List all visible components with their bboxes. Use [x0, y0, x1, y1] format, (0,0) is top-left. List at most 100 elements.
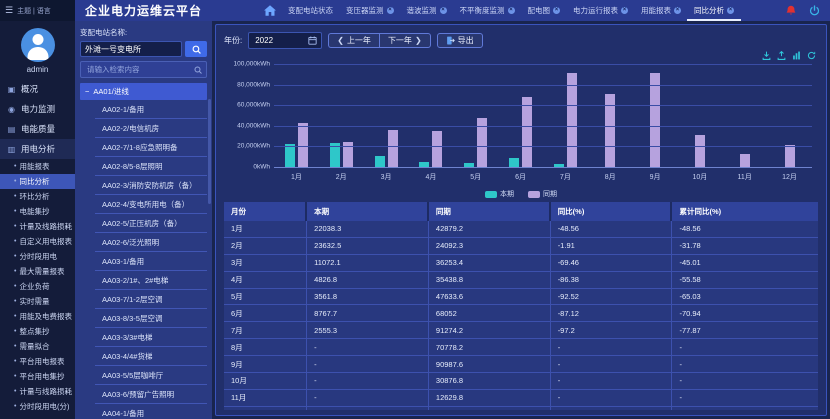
tree-item[interactable]: AA02-8/5-8层照明 [95, 157, 207, 176]
table-row[interactable]: 10月-30876.8-- [224, 373, 818, 390]
sidebar-subitem[interactable]: 计量与线路损耗 [0, 384, 75, 399]
close-icon[interactable]: × [621, 7, 628, 14]
sidebar-subitem[interactable]: 分时段用电 [0, 249, 75, 264]
theme-language-label[interactable]: 主题 | 语言 [17, 6, 51, 16]
home-button[interactable] [264, 5, 276, 16]
sidebar-subitem[interactable]: 需量拟合 [0, 339, 75, 354]
sidebar-subitem[interactable]: 分时段用电(分) [0, 399, 75, 414]
nav-tab[interactable]: 配电图× [528, 0, 561, 21]
table-row[interactable]: 8月-70778.2-- [224, 339, 818, 356]
sidebar-subitem[interactable]: 环比分析 [0, 189, 75, 204]
sidebar-subitem[interactable]: 电能集抄 [0, 204, 75, 219]
sidebar-subitem[interactable]: 最大需量报表 [0, 264, 75, 279]
bar-本期[interactable] [509, 158, 519, 167]
sidebar-item[interactable]: ▥用电分析 [0, 139, 75, 159]
export-button[interactable]: 导出 [437, 33, 483, 48]
sidebar-subitem[interactable]: 企业负荷 [0, 279, 75, 294]
station-search-button[interactable] [185, 41, 207, 57]
bar-同期[interactable] [432, 131, 442, 168]
tree-item[interactable]: AA03-8/3-5层空调 [95, 309, 207, 328]
sidebar-item[interactable]: ▤电能质量 [0, 119, 75, 139]
hamburger-icon[interactable]: ☰ [5, 5, 13, 16]
alarm-bell-button[interactable] [785, 5, 797, 17]
nav-tab[interactable]: 电力运行报表× [573, 0, 628, 21]
bar-本期[interactable] [285, 144, 295, 167]
tree-item[interactable]: AA02-3/消防安防机房（备） [95, 176, 207, 195]
logout-power-button[interactable] [809, 5, 820, 16]
bar-本期[interactable] [375, 156, 385, 167]
data-view-icon[interactable] [777, 51, 786, 60]
tree-item[interactable]: AA02-7/1-8应急照明备 [95, 138, 207, 157]
tree-item[interactable]: AA03-7/1-2层空调 [95, 290, 207, 309]
station-name-input[interactable] [80, 41, 182, 57]
sidebar-subitem[interactable]: 实时需量 [0, 294, 75, 309]
bar-同期[interactable] [522, 97, 532, 167]
bar-同期[interactable] [695, 135, 705, 167]
next-year-button[interactable]: 下一年 ❯ [379, 33, 431, 48]
collapse-icon[interactable]: − [85, 87, 89, 96]
tree-item[interactable]: AA02-4/变电所用电（备） [95, 195, 207, 214]
tree-parent-node[interactable]: − AA01/进线 [80, 83, 207, 100]
table-row[interactable]: 7月2555.391274.2-97.2-77.87 [224, 322, 818, 339]
tree-item[interactable]: AA02-5/正压机房（备） [95, 214, 207, 233]
close-icon[interactable]: × [727, 7, 734, 14]
tree-item[interactable]: AA03-3/3#电梯 [95, 328, 207, 347]
theme-language-switcher[interactable]: ☰ 主题 | 语言 [0, 0, 75, 21]
year-input[interactable] [253, 35, 305, 46]
tree-item[interactable]: AA03-5/5层咖啡厅 [95, 366, 207, 385]
nav-tab[interactable]: 同比分析× [694, 0, 734, 21]
sidebar-item[interactable]: ▣概况 [0, 79, 75, 99]
sidebar-subitem[interactable]: 同比分析 [0, 174, 75, 189]
close-icon[interactable]: × [674, 7, 681, 14]
tree-item[interactable]: AA02-6/泛光照明 [95, 233, 207, 252]
sidebar-subitem[interactable]: 计量及线路损耗 [0, 219, 75, 234]
tree-item[interactable]: AA03-2/1#、2#电梯 [95, 271, 207, 290]
close-icon[interactable]: × [553, 7, 560, 14]
table-row[interactable]: 4月4826.835438.8-86.38-55.58 [224, 272, 818, 289]
bar-同期[interactable] [650, 73, 660, 167]
nav-tab[interactable]: 变配电站状态 [288, 0, 333, 21]
tree-scrollbar[interactable] [208, 99, 211, 204]
close-icon[interactable]: × [387, 7, 394, 14]
bar-同期[interactable] [298, 123, 308, 167]
nav-tab[interactable]: 变压器监测× [346, 0, 394, 21]
nav-tab[interactable]: 谐波监测× [407, 0, 447, 21]
tree-item[interactable]: AA04-1/备用 [95, 404, 207, 419]
bar-同期[interactable] [388, 130, 398, 167]
table-row[interactable]: 12月-21069.4-- [224, 407, 818, 410]
sidebar-subitem[interactable]: 平台用电集抄 [0, 369, 75, 384]
sidebar-subitem[interactable]: 平台用电报表 [0, 354, 75, 369]
tree-item[interactable]: AA02-2/电信机房 [95, 119, 207, 138]
refresh-icon[interactable] [807, 51, 816, 60]
sidebar-subitem[interactable]: 用能及电费报表 [0, 309, 75, 324]
tree-item[interactable]: AA03-6/预留广告照明 [95, 385, 207, 404]
bar-同期[interactable] [567, 73, 577, 167]
table-row[interactable]: 5月3561.847633.6-92.52-65.03 [224, 289, 818, 306]
legend-item[interactable]: 同期 [528, 189, 557, 199]
prev-year-button[interactable]: ❮ 上一年 [328, 33, 379, 48]
sidebar-subitem[interactable]: 自定义用电报表 [0, 234, 75, 249]
table-row[interactable]: 2月23632.524092.3-1.91-31.78 [224, 238, 818, 255]
tree-item[interactable]: AA03-1/备用 [95, 252, 207, 271]
sidebar-item[interactable]: ◉电力监测 [0, 99, 75, 119]
legend-item[interactable]: 本期 [485, 189, 514, 199]
bar-同期[interactable] [740, 154, 750, 167]
save-image-icon[interactable] [762, 51, 771, 60]
tree-filter-input[interactable] [85, 64, 191, 75]
close-icon[interactable]: × [508, 7, 515, 14]
table-row[interactable]: 3月11072.136253.4-69.46-45.01 [224, 255, 818, 272]
bar-同期[interactable] [785, 145, 795, 167]
sidebar-subitem[interactable]: 用能报表 [0, 159, 75, 174]
table-row[interactable]: 1月22038.342879.2-48.56-48.56 [224, 221, 818, 238]
nav-tab[interactable]: 不平衡度监测× [460, 0, 515, 21]
table-row[interactable]: 9月-90987.6-- [224, 356, 818, 373]
bar-type-icon[interactable] [792, 51, 801, 60]
user-profile[interactable]: admin [0, 21, 75, 79]
nav-tab[interactable]: 用能报表× [641, 0, 681, 21]
close-icon[interactable]: × [440, 7, 447, 14]
tree-item[interactable]: AA02-1/备用 [95, 100, 207, 119]
year-picker[interactable] [248, 32, 322, 49]
tree-item[interactable]: AA03-4/4#货梯 [95, 347, 207, 366]
table-row[interactable]: 6月8767.768052-87.12-70.94 [224, 305, 818, 322]
sidebar-subitem[interactable]: 整点集抄 [0, 324, 75, 339]
